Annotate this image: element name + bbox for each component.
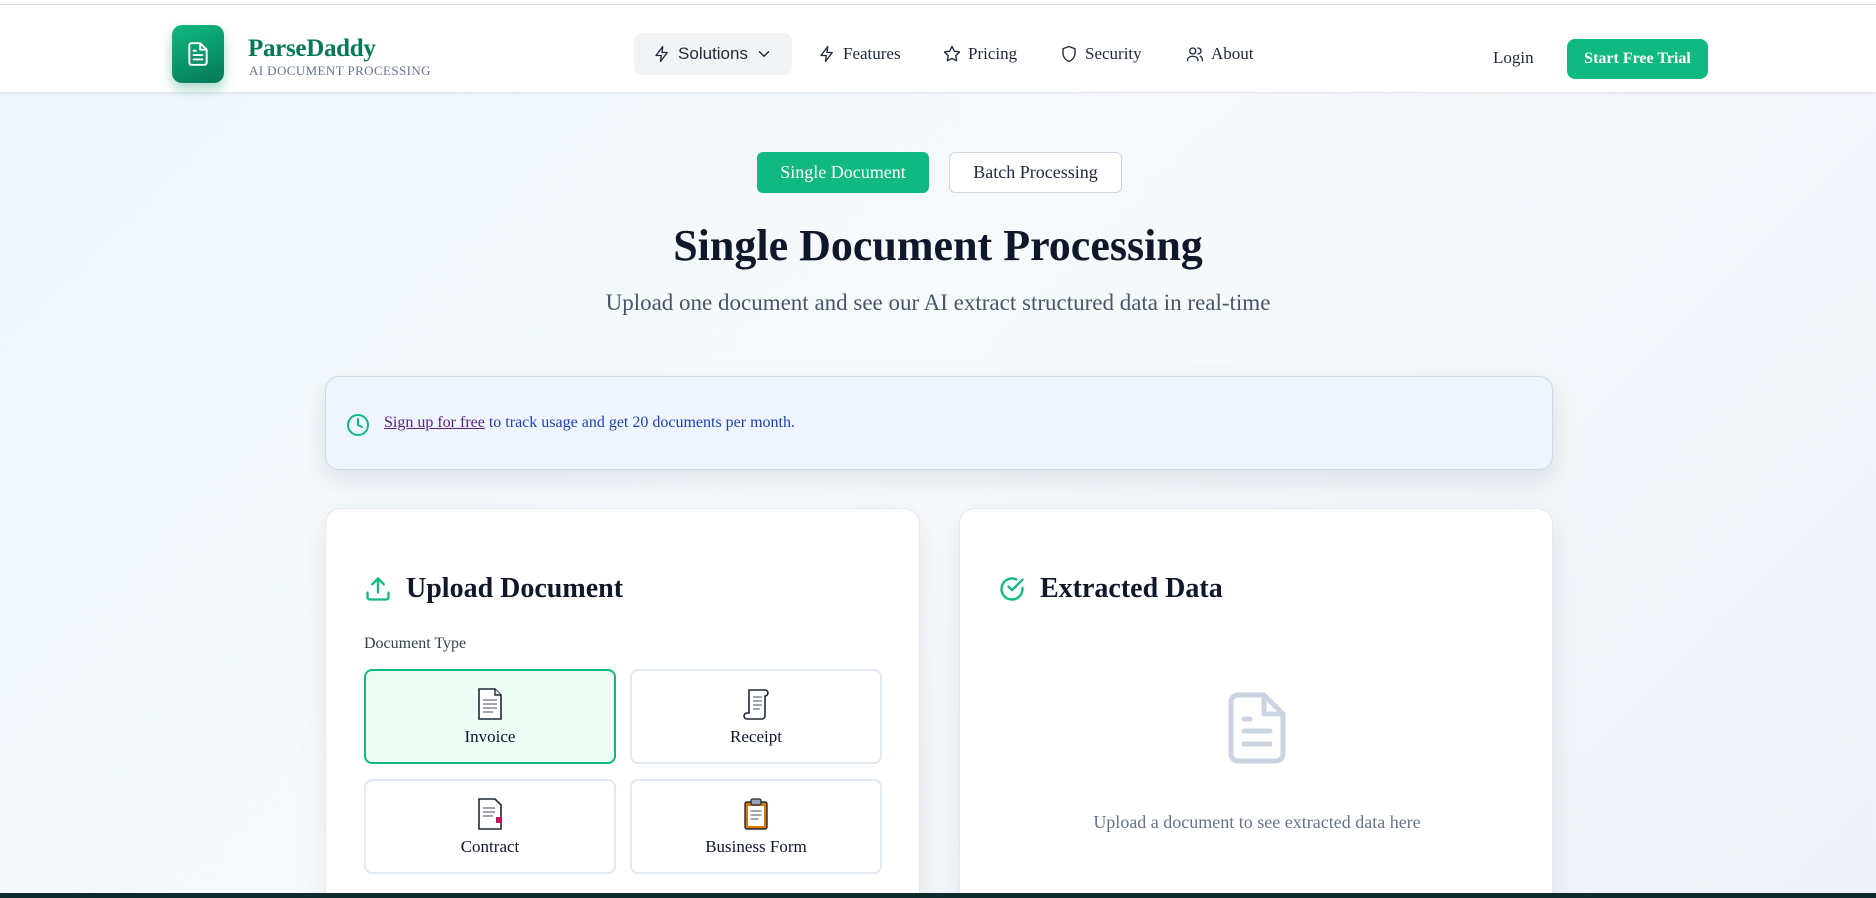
nav-pricing[interactable]: Pricing xyxy=(943,33,1017,75)
signup-notice-banner: Sign up for free to track usage and get … xyxy=(325,376,1553,470)
extracted-card-title: Extracted Data xyxy=(1040,573,1223,604)
nav-solutions[interactable]: Solutions xyxy=(634,33,792,75)
nav-security-label: Security xyxy=(1085,44,1142,63)
lightning-icon xyxy=(655,45,668,63)
doc-type-label: Contract xyxy=(460,836,520,856)
doc-type-contract[interactable]: Contract xyxy=(364,779,616,874)
upload-document-card: Upload Document Document Type Invoice Re… xyxy=(325,508,920,898)
lightning-icon xyxy=(820,45,833,63)
page-title: Single Document Processing xyxy=(673,221,1203,270)
document-type-label: Document Type xyxy=(364,635,467,652)
nav-features[interactable]: Features xyxy=(818,33,901,75)
notice-text: Sign up for free to track usage and get … xyxy=(384,414,795,432)
clock-icon xyxy=(347,414,369,436)
upload-card-title: Upload Document xyxy=(406,573,624,604)
brand-logo[interactable] xyxy=(172,25,224,83)
shield-icon xyxy=(1062,45,1076,63)
brand-tagline: AI DOCUMENT PROCESSING xyxy=(249,63,431,78)
empty-state-message: Upload a document to see extracted data … xyxy=(1093,812,1421,832)
window-bottom-edge xyxy=(0,893,1876,898)
scroll-icon xyxy=(743,688,769,720)
chevron-down-icon xyxy=(758,51,770,58)
page-with-curl-icon xyxy=(478,797,502,830)
star-icon xyxy=(943,45,961,62)
nav-security[interactable]: Security xyxy=(1060,33,1142,75)
doc-type-label: Business Form xyxy=(705,836,807,856)
upload-card-header: Upload Document xyxy=(364,573,623,605)
extracted-card-header: Extracted Data xyxy=(998,573,1223,605)
extracted-data-card: Extracted Data Upload a document to see … xyxy=(959,508,1553,898)
doc-type-label: Invoice xyxy=(464,726,516,746)
nav-about[interactable]: About xyxy=(1186,33,1254,75)
signup-link[interactable]: Sign up for free xyxy=(384,414,485,431)
doc-type-receipt[interactable]: Receipt xyxy=(630,669,882,764)
clipboard-icon xyxy=(744,797,768,830)
users-icon xyxy=(1186,47,1204,62)
nav-pricing-label: Pricing xyxy=(968,44,1018,63)
batch-processing-tab[interactable]: Batch Processing xyxy=(949,152,1122,193)
login-link[interactable]: Login xyxy=(1493,48,1534,68)
single-document-tab[interactable]: Single Document xyxy=(757,152,929,193)
doc-type-label: Receipt xyxy=(730,726,782,746)
nav-solutions-label: Solutions xyxy=(678,44,748,63)
notice-rest-text: to track usage and get 20 documents per … xyxy=(484,414,795,431)
upload-icon xyxy=(366,577,390,601)
check-circle-icon xyxy=(1000,577,1024,601)
page-subtitle: Upload one document and see our AI extra… xyxy=(605,290,1271,315)
doc-type-business-form[interactable]: Business Form xyxy=(630,779,882,874)
nav-features-label: Features xyxy=(843,44,901,63)
page-facing-up-icon xyxy=(478,687,502,720)
nav-about-label: About xyxy=(1211,44,1254,63)
empty-document-icon xyxy=(1228,692,1286,764)
document-icon xyxy=(188,42,208,66)
brand-name[interactable]: ParseDaddy xyxy=(248,35,376,63)
doc-type-invoice[interactable]: Invoice xyxy=(364,669,616,764)
site-header: ParseDaddy AI DOCUMENT PROCESSING Soluti… xyxy=(0,5,1876,93)
start-free-trial-button[interactable]: Start Free Trial xyxy=(1567,39,1708,79)
